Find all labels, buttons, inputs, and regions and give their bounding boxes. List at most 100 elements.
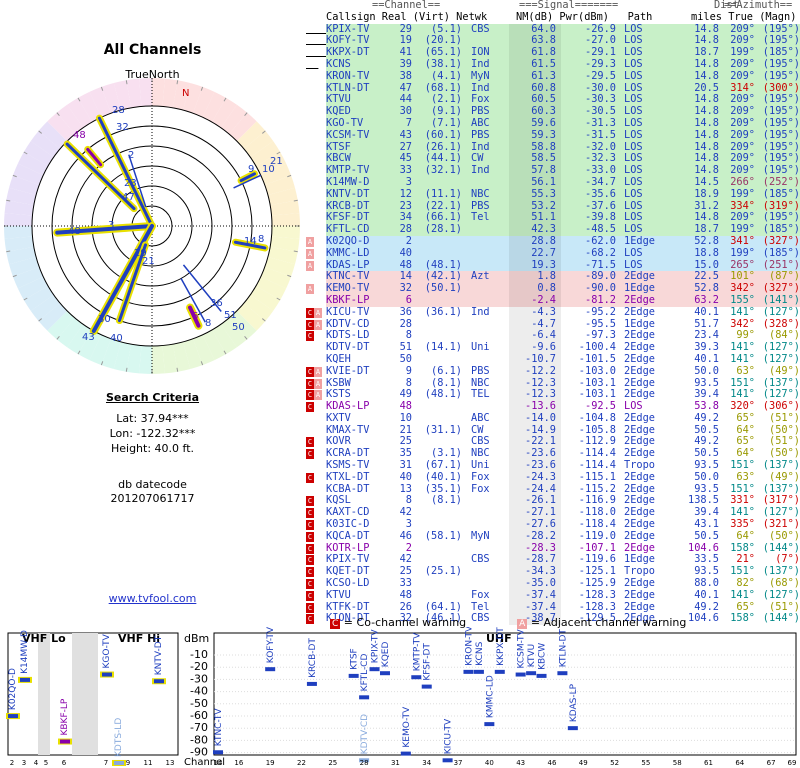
vhf-bar <box>154 679 164 684</box>
callsign[interactable]: KRON-TV <box>326 70 390 83</box>
compass-tick <box>293 250 298 253</box>
path: LOS <box>624 57 643 70</box>
distance: 50.5 <box>694 529 719 542</box>
azimuth-magnetic: (127°) <box>762 305 800 318</box>
callsign[interactable]: KTXL-DT <box>326 471 390 484</box>
callsign[interactable]: K02QO-D <box>326 235 390 248</box>
callsign[interactable]: KMMC-LD <box>326 247 390 260</box>
compass-tick <box>176 367 179 372</box>
uhf-station-label: KMMC-LD <box>485 675 495 718</box>
callsign[interactable]: KBKF-LP <box>326 294 390 307</box>
uhf-bar <box>463 669 474 674</box>
y-tick: -50 <box>190 697 208 710</box>
callsign[interactable]: KICU-TV <box>326 306 390 319</box>
distance: 52.8 <box>694 234 719 247</box>
cochannel-warning-icon: C <box>306 531 314 542</box>
network: Tel <box>471 211 490 224</box>
uhf-bar <box>515 672 526 677</box>
callsign[interactable]: KNTV-DT <box>326 188 390 201</box>
path: LOS <box>624 175 643 188</box>
vhf-station-label: KDTS-LD <box>114 718 124 757</box>
real-channel: 48 <box>399 588 412 601</box>
callsign[interactable]: KQCA-DT <box>326 530 390 543</box>
vhf-tick: 11 <box>144 759 153 767</box>
adjacent-warning-icon: A <box>314 307 322 318</box>
uhf-tick: 58 <box>673 759 682 767</box>
cochannel-warning-icon: C <box>306 543 314 554</box>
azimuth-true: 209° <box>730 128 755 141</box>
power: -62.0 <box>585 234 616 247</box>
real-channel: 3 <box>405 175 412 188</box>
cochannel-warning-icon: C <box>306 520 314 531</box>
azimuth-true: 199° <box>730 246 755 259</box>
callsign[interactable]: K14MW-D <box>326 176 390 189</box>
table-body: KPIX-TV 29 (5.1) CBS 64.0 -26.9 LOS 14.8 209° (19… <box>306 22 800 626</box>
polar-channel-label: 30 <box>98 314 111 325</box>
table-row: A K02QO-D 2 28.8 -62.0 1Edge 52.8 341° (327°) <box>306 234 800 248</box>
uhf-station-label: KTVU <box>527 644 537 667</box>
uhf-bar <box>348 673 359 678</box>
polar-channel-label: 21 <box>142 256 155 267</box>
uhf-tick: 25 <box>328 759 337 767</box>
network: MyN <box>471 69 490 82</box>
network: PBS <box>471 128 490 141</box>
uhf-bar <box>265 667 276 672</box>
vhf-tick: 2 <box>10 759 14 767</box>
vhf-tick: 13 <box>166 759 175 767</box>
power: -95.2 <box>585 305 616 318</box>
real-channel: 7 <box>405 116 412 129</box>
polar-channel-label: 23 <box>124 178 137 189</box>
cochannel-warning-icon: C <box>306 378 314 389</box>
uhf-tick: 49 <box>579 759 588 767</box>
uhf-station-label: KPIX-TV <box>371 629 381 664</box>
polar-plot: N28324822347219 1048314 829213651506840433… <box>4 78 300 374</box>
adjacent-warning-icon: A <box>314 378 322 389</box>
spectrum-chart: VHF Lo VHF HiK02QO-DK14MW-DKBKF-LPKGO-TVK… <box>6 627 797 768</box>
vhf-bar <box>20 677 30 682</box>
uhf-station-label: KTNC-TV <box>214 708 224 747</box>
callsign[interactable]: KGO-TV <box>326 117 390 130</box>
path: 2Edge <box>624 293 655 306</box>
power: -104.8 <box>578 411 616 424</box>
virtual-channel: (14.1) <box>424 341 462 354</box>
callsign[interactable]: KQEH <box>326 353 390 366</box>
polar-channel-label: 9 <box>248 164 254 175</box>
power: -68.2 <box>585 246 616 259</box>
compass-tick <box>293 199 298 202</box>
power: -101.5 <box>578 352 616 365</box>
azimuth-true: 266° <box>730 175 755 188</box>
path: 2Edge <box>624 588 655 601</box>
callsign[interactable]: KCNS <box>326 58 390 71</box>
uhf-bar <box>379 671 390 676</box>
network: CBS <box>471 22 490 35</box>
uhf-bar <box>567 726 578 731</box>
azimuth-magnetic: (195°) <box>762 116 800 129</box>
path: 2Edge <box>624 470 655 483</box>
y-tick: -60 <box>190 709 208 722</box>
tvfool-link[interactable]: www.tvfool.com <box>0 592 305 605</box>
compass-tick <box>6 199 11 202</box>
callsign[interactable]: KXTV <box>326 412 390 425</box>
network: ABC <box>471 116 490 129</box>
uhf-bar <box>526 671 537 676</box>
uhf-station-label: KDTV-CD <box>360 714 370 754</box>
callsign[interactable]: KTVU <box>326 589 390 602</box>
distance: 18.8 <box>694 246 719 259</box>
network: NBC <box>471 187 490 200</box>
uhf-bar <box>369 667 380 672</box>
azimuth-true: 158° <box>730 612 755 625</box>
power: -31.5 <box>585 128 616 141</box>
distance: 14.8 <box>694 69 719 82</box>
callsign[interactable]: KCSM-TV <box>326 129 390 142</box>
polar-channel-label: 2 <box>128 150 134 161</box>
cochannel-warning-icon: C <box>306 567 314 578</box>
callsign[interactable]: KVIE-DT <box>326 365 390 378</box>
table-row: KCSM-TV 43 (60.1) PBS 59.3 -31.5 LOS 14.8 209° (1… <box>306 128 800 142</box>
polar-channel-label: 8 <box>258 234 264 245</box>
path: LOS <box>624 246 643 259</box>
uhf-station-label: KTSF <box>350 648 360 670</box>
azimuth-true: 141° <box>730 352 755 365</box>
power: -119.0 <box>578 529 616 542</box>
distance: 49.2 <box>694 411 719 424</box>
azimuth-magnetic: (144°) <box>762 612 800 625</box>
